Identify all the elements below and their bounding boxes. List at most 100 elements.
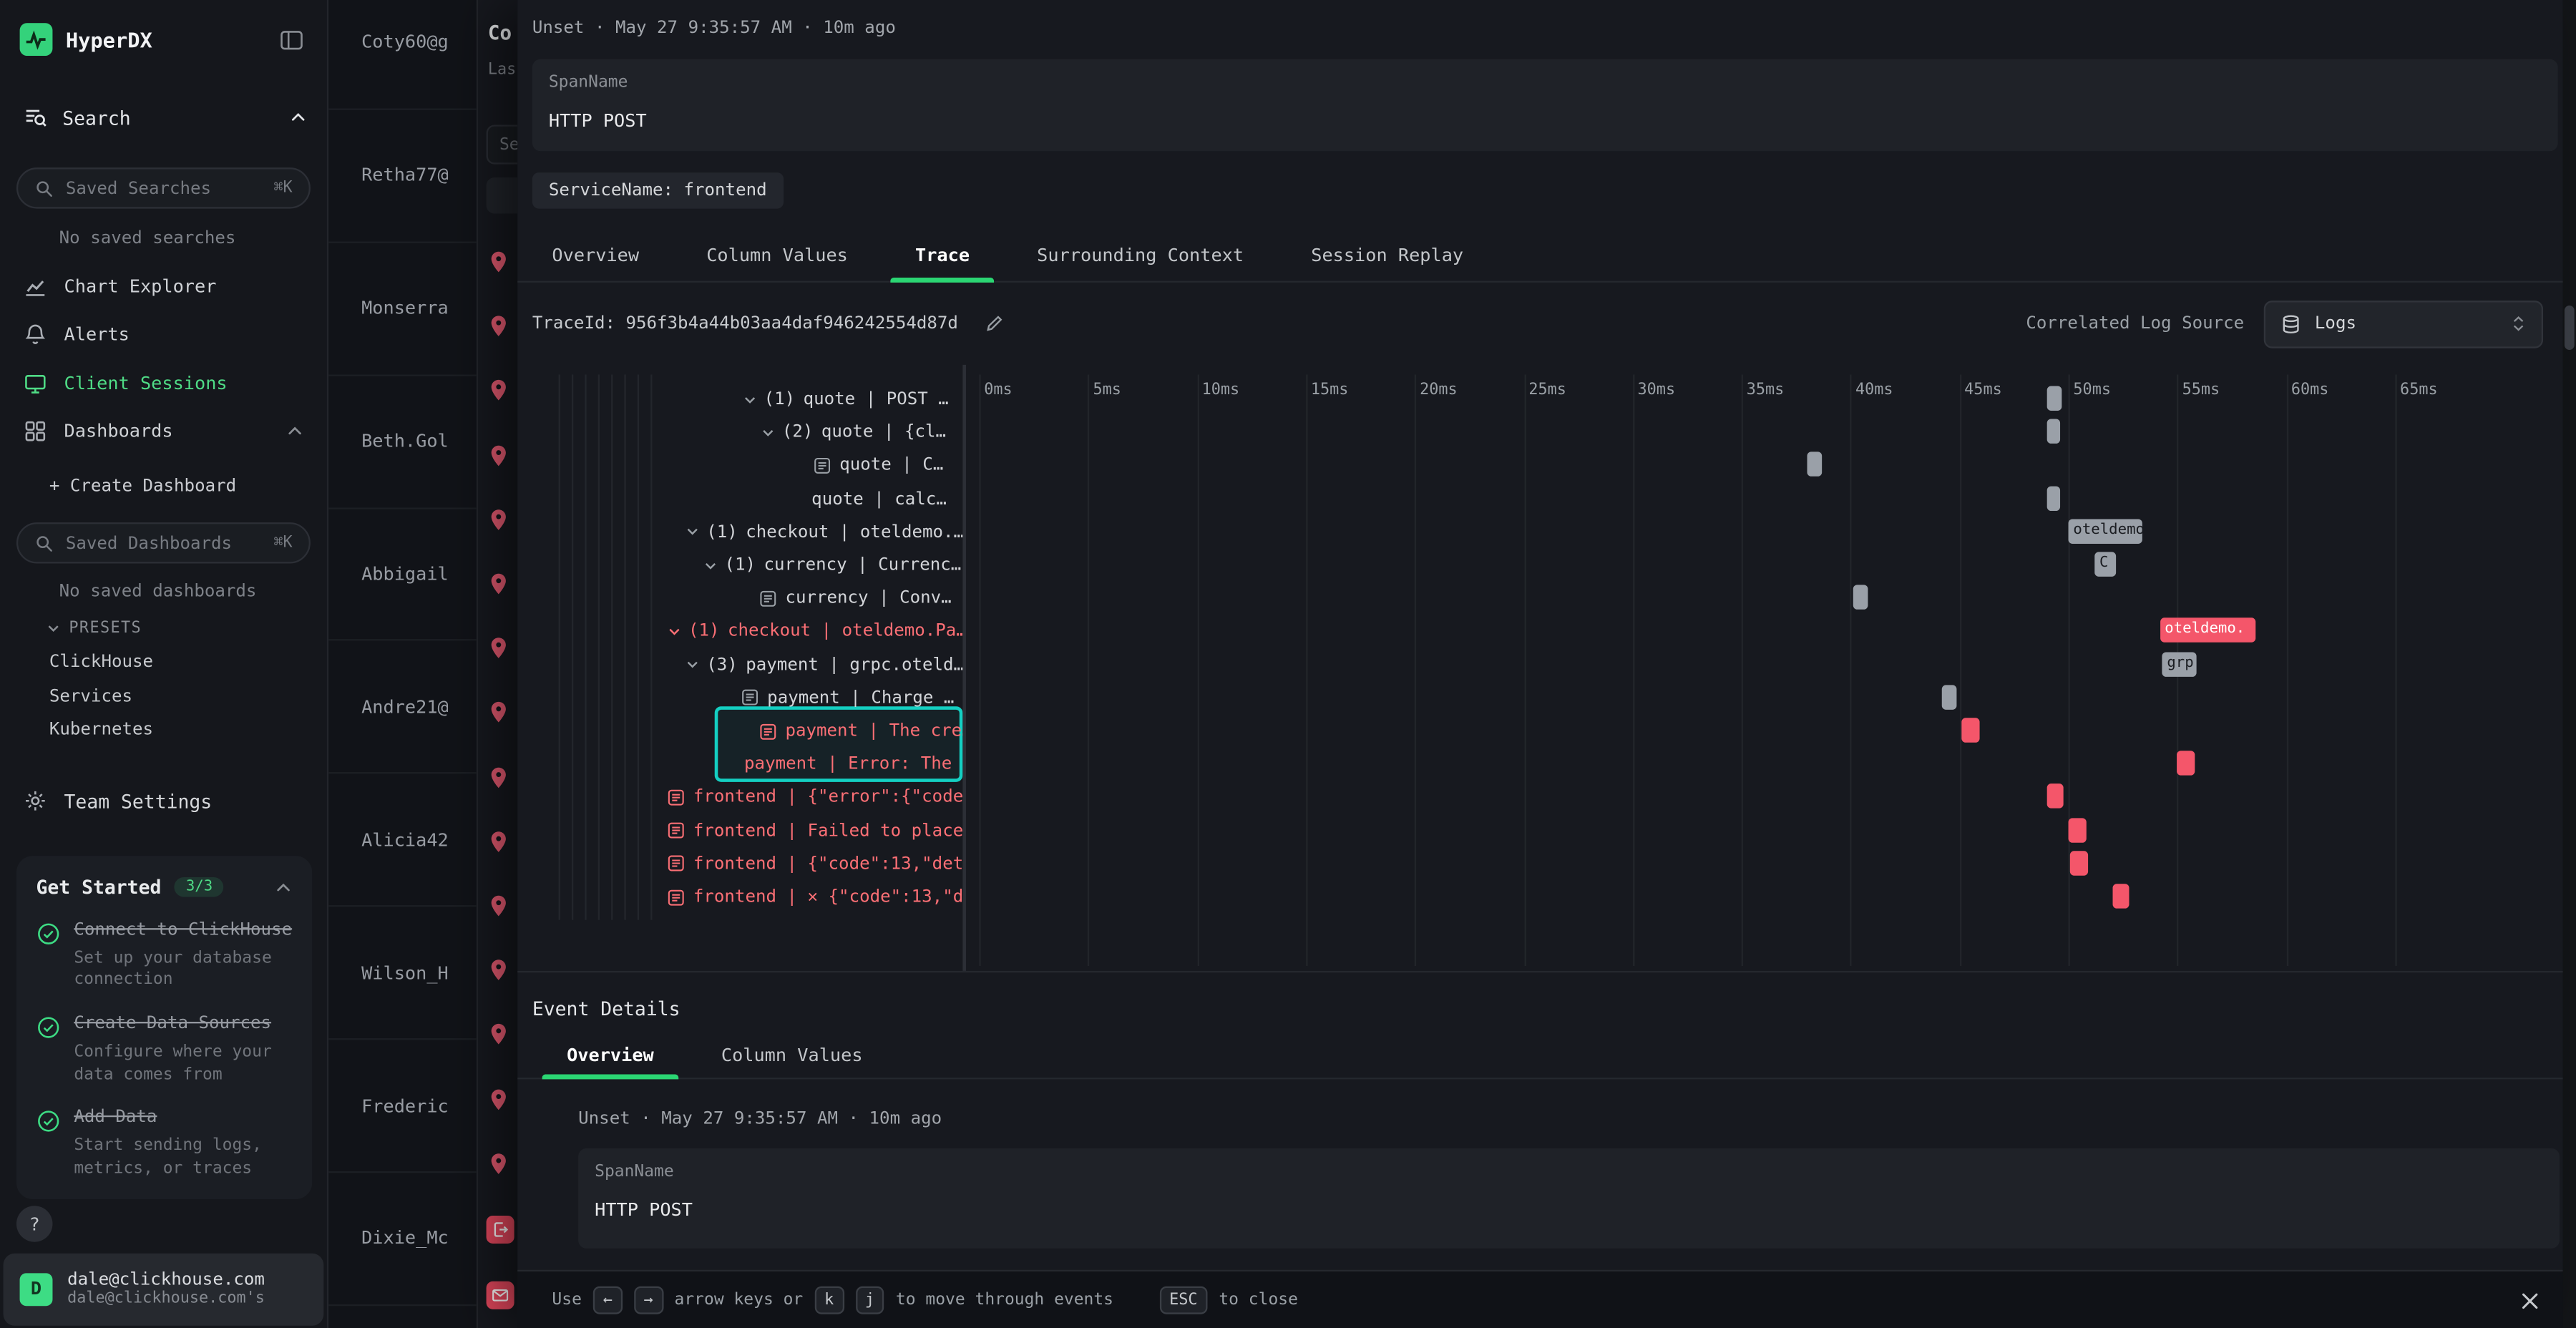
trace-span-row[interactable]: (2)quote | {cl… [550, 416, 962, 449]
span-duration-bar[interactable] [2046, 386, 2062, 411]
map-pin-icon[interactable] [487, 314, 511, 338]
span-duration-bar[interactable]: oteldemo. [2160, 618, 2255, 643]
span-duration-bar[interactable] [2069, 817, 2086, 841]
saved-dashboards-input[interactable]: Saved Dashboards ⌘K [16, 522, 311, 563]
map-pin-icon[interactable] [487, 572, 511, 596]
span-duration-bar[interactable] [2177, 751, 2195, 776]
sidebar-item-services[interactable]: Services [0, 679, 327, 713]
gear-icon [23, 788, 47, 813]
sidebar-item-team-settings[interactable]: Team Settings [23, 788, 212, 813]
close-icon[interactable] [2519, 1289, 2542, 1312]
trace-span-row[interactable]: (1)checkout | oteldemo.… [550, 515, 962, 548]
chevron-up-icon[interactable] [274, 878, 292, 896]
session-list-item[interactable]: Beth.Gol [328, 376, 477, 509]
trace-span-row[interactable]: quote | calc… [550, 482, 962, 515]
map-pin-icon[interactable] [487, 1087, 511, 1111]
span-duration-bar[interactable]: grp [2162, 652, 2197, 676]
map-pin-icon[interactable] [487, 443, 511, 467]
span-duration-bar[interactable] [1961, 718, 1979, 742]
span-duration-bar[interactable] [2071, 851, 2088, 875]
create-dashboard-button[interactable]: + Create Dashboard [49, 477, 236, 497]
session-list-item[interactable]: Frederic [328, 1040, 477, 1173]
tab-overview[interactable]: Overview [527, 228, 664, 280]
sidebar-item-chart-explorer[interactable]: Chart Explorer [0, 263, 327, 311]
user-menu[interactable]: D dale@clickhouse.com dale@clickhouse.co… [4, 1253, 324, 1325]
correlated-log-source-label: Correlated Log Source [2026, 314, 2244, 334]
span-duration-bar[interactable] [1807, 452, 1822, 477]
trace-span-row[interactable]: payment | The cre… [550, 715, 962, 748]
brand[interactable]: HyperDX [20, 23, 152, 56]
span-duration-bar[interactable] [2046, 486, 2059, 510]
trace-span-row[interactable]: frontend | {"error":{"code… [550, 781, 962, 814]
get-started-item[interactable]: Create Data SourcesConfigure where your … [36, 1014, 293, 1086]
span-duration-bar[interactable] [1942, 685, 1957, 709]
map-pin-icon[interactable] [487, 958, 511, 982]
map-pin-icon[interactable] [487, 507, 511, 532]
map-pin-icon[interactable] [487, 765, 511, 789]
trace-span-row[interactable]: (1)checkout | oteldemo.Pa… [550, 615, 962, 648]
tab-column-values[interactable]: Column Values [682, 228, 873, 280]
map-pin-icon[interactable] [487, 379, 511, 403]
trace-span-row[interactable]: (1)quote | POST … [550, 383, 962, 416]
sidebar-item-clickhouse[interactable]: ClickHouse [0, 645, 327, 679]
session-detail-panel-edge: Co Las Se [477, 0, 517, 1328]
details-tab-column-values[interactable]: Column Values [696, 1033, 887, 1078]
session-list-item[interactable]: Alicia42 [328, 774, 477, 907]
trace-span-row[interactable]: payment | Error: The … [550, 748, 962, 781]
map-pin-icon[interactable] [487, 636, 511, 660]
sidebar-item-alerts[interactable]: Alerts [0, 311, 327, 359]
check-circle-icon [36, 1015, 61, 1086]
session-list-item[interactable]: Abbigail [328, 509, 477, 642]
trace-span-row[interactable]: (1)currency | Currenc… [550, 549, 962, 582]
map-pin-icon[interactable] [487, 1151, 511, 1176]
map-pin-icon[interactable] [487, 829, 511, 854]
scrollbar-thumb[interactable] [2565, 306, 2575, 350]
session-list-item[interactable]: Coty60@g [328, 0, 477, 110]
map-pin-icon[interactable] [487, 894, 511, 918]
scrollbar[interactable] [2563, 0, 2576, 1328]
log-source-select[interactable]: Logs [2264, 300, 2543, 348]
trace-span-row[interactable]: frontend | ✕ {"code":13,"d… [550, 881, 962, 914]
span-duration-bar[interactable] [2046, 784, 2064, 809]
tab-surrounding-context[interactable]: Surrounding Context [1013, 228, 1269, 280]
sidebar-item-client-sessions[interactable]: Client Sessions [0, 359, 327, 407]
span-duration-bar[interactable] [2112, 884, 2129, 908]
sidebar-item-dashboards[interactable]: Dashboards [0, 407, 327, 455]
map-pin-icon[interactable] [487, 250, 511, 274]
get-started-item[interactable]: Connect to ClickHouseSet up your databas… [36, 920, 293, 992]
trace-span-row[interactable]: currency | Conv… [550, 582, 962, 615]
span-duration-bar[interactable] [2046, 419, 2059, 444]
trace-span-row[interactable]: quote | C… [550, 449, 962, 482]
shortcut-badge: ⌘K [273, 179, 292, 197]
trace-span-row[interactable]: (3)payment | grpc.oteld… [550, 648, 962, 681]
session-list-item[interactable]: Dixie_Mc [328, 1173, 477, 1306]
session-list-item[interactable]: Andre21@ [328, 641, 477, 774]
help-button[interactable]: ? [16, 1206, 53, 1242]
span-duration-bar[interactable]: C [2094, 552, 2116, 576]
span-duration-bar[interactable]: oteldemo. [2069, 519, 2142, 543]
search-section-header[interactable]: Search [23, 105, 307, 130]
trace-span-row[interactable]: frontend | {"code":13,"det… [550, 847, 962, 880]
presets-header[interactable]: PRESETS [46, 620, 142, 638]
session-list-item[interactable]: Wilson_H [328, 907, 477, 1040]
session-exit-icon[interactable] [487, 1216, 514, 1244]
session-list-item[interactable]: Monserra [328, 243, 477, 376]
span-duration-bar[interactable] [1853, 585, 1868, 610]
session-list-item[interactable]: Retha77@ [328, 110, 477, 243]
tab-session-replay[interactable]: Session Replay [1287, 228, 1488, 280]
session-filter-button[interactable] [487, 177, 518, 214]
service-name-chip[interactable]: ServiceName: frontend [532, 172, 784, 209]
tab-trace[interactable]: Trace [891, 228, 995, 280]
collapse-sidebar-icon[interactable] [279, 28, 303, 52]
session-search-input[interactable]: Se [487, 125, 518, 164]
session-error-icon[interactable] [487, 1281, 514, 1309]
sidebar-item-kubernetes[interactable]: Kubernetes [0, 713, 327, 746]
trace-span-row[interactable]: payment | Charge … [550, 681, 962, 714]
saved-searches-input[interactable]: Saved Searches ⌘K [16, 167, 311, 208]
details-tab-overview[interactable]: Overview [542, 1033, 679, 1078]
edit-pencil-icon[interactable] [985, 314, 1005, 334]
trace-span-row[interactable]: frontend | Failed to place… [550, 814, 962, 847]
map-pin-icon[interactable] [487, 700, 511, 725]
map-pin-icon[interactable] [487, 1022, 511, 1047]
get-started-item[interactable]: Add DataStart sending logs, metrics, or … [36, 1108, 293, 1180]
